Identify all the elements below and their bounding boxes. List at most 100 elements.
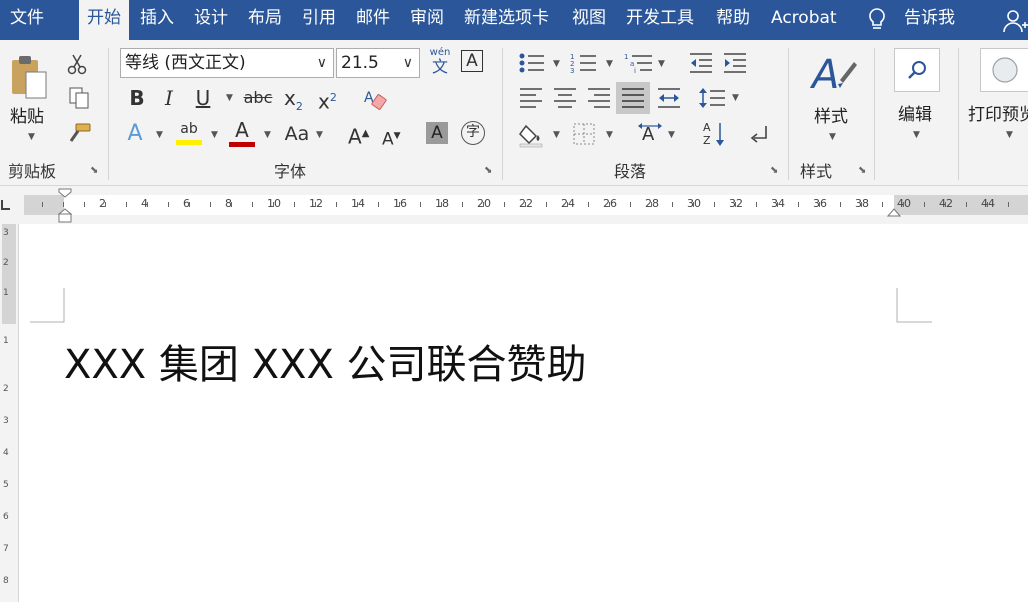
font-name-dropdown[interactable]: 等线 (西文正文) ∨ [120, 48, 334, 78]
show-paragraph-marks-icon[interactable] [748, 122, 772, 146]
numbering-icon[interactable]: 123 [570, 52, 598, 74]
lightbulb-icon[interactable] [866, 6, 888, 34]
font-size-dropdown[interactable]: 21.5 ∨ [336, 48, 420, 78]
align-center-icon[interactable] [552, 86, 578, 110]
tab-view[interactable]: 视图 [572, 0, 606, 40]
cut-scissors-icon[interactable] [66, 52, 90, 76]
horizontal-ruler[interactable]: 2 4 6 8 10 12 14 16 18 20 22 24 26 28 30 32 34 36 38 40 42 44 [0, 186, 1028, 224]
editing-icon-box[interactable] [894, 48, 940, 92]
share-person-icon[interactable] [1002, 8, 1028, 34]
indent-markers-icon[interactable] [58, 188, 72, 224]
align-left-icon[interactable] [518, 86, 544, 110]
chevron-down-icon[interactable]: ▼ [264, 130, 271, 140]
subscript-button[interactable]: x2 [284, 86, 303, 119]
tab-mailings[interactable]: 邮件 [356, 0, 390, 40]
font-color-button[interactable]: A [229, 120, 255, 147]
chevron-down-icon[interactable]: ▼ [668, 130, 675, 140]
chevron-down-icon[interactable]: ▼ [553, 59, 560, 69]
group-divider [788, 48, 789, 180]
tab-layout[interactable]: 布局 [248, 0, 282, 40]
vertical-ruler-number: 6 [3, 512, 9, 522]
chevron-down-icon[interactable]: ▼ [606, 130, 613, 140]
chevron-down-icon[interactable]: ▼ [658, 59, 665, 69]
strikethrough-button[interactable]: abc [242, 86, 274, 110]
shading-paint-bucket-icon[interactable] [518, 122, 546, 148]
clear-formatting-icon[interactable]: A [362, 86, 388, 112]
bullets-icon[interactable] [518, 52, 546, 74]
vertical-ruler-number: 5 [3, 480, 9, 490]
italic-button[interactable]: I [158, 86, 180, 110]
dialog-launcher-icon[interactable]: ⬊ [484, 166, 495, 177]
grow-font-button[interactable]: A▲ [348, 122, 369, 149]
document-page[interactable]: XXX 集团 XXX 公司联合赞助 [24, 224, 1028, 602]
chevron-down-icon[interactable]: ▼ [28, 132, 35, 142]
character-shading-button[interactable]: A [426, 122, 448, 144]
vertical-ruler-number: 2 [3, 384, 9, 394]
dialog-launcher-icon[interactable]: ⬊ [770, 166, 781, 177]
chevron-down-icon[interactable]: ▼ [732, 93, 739, 103]
editing-button[interactable]: 编辑 [898, 100, 932, 125]
ruler-tick [504, 202, 505, 207]
shrink-font-button[interactable]: A▼ [382, 124, 401, 152]
change-case-button[interactable]: Aa [282, 122, 312, 146]
ruler-number: 14 [351, 197, 365, 210]
align-right-icon[interactable] [586, 86, 612, 110]
chinese-layout-icon[interactable]: A [636, 122, 664, 146]
tab-new-tab[interactable]: 新建选项卡 [464, 0, 549, 40]
chevron-down-icon[interactable]: ▼ [156, 130, 163, 140]
print-preview-button[interactable]: 打印预览 [968, 100, 1028, 125]
highlight-color-button[interactable]: ab [176, 120, 202, 145]
text-effects-button[interactable]: A [124, 122, 146, 146]
multilevel-list-icon[interactable]: 1ai [624, 52, 654, 74]
tab-insert[interactable]: 插入 [140, 0, 174, 40]
tab-help[interactable]: 帮助 [716, 0, 750, 40]
chevron-down-icon[interactable]: ▼ [829, 132, 836, 142]
tab-acrobat[interactable]: Acrobat [771, 0, 837, 40]
right-indent-marker-icon[interactable] [887, 206, 901, 218]
paste-button[interactable]: 粘贴 [10, 102, 44, 127]
format-painter-icon[interactable] [66, 122, 92, 144]
tell-me-search[interactable]: 告诉我 [904, 0, 955, 40]
chevron-down-icon[interactable]: ▼ [211, 130, 218, 140]
dialog-launcher-icon[interactable]: ⬊ [858, 166, 869, 177]
tab-file[interactable]: 文件 [10, 0, 54, 40]
chevron-down-icon[interactable]: ▼ [553, 130, 560, 140]
chevron-down-icon[interactable]: ▼ [1006, 130, 1013, 140]
sort-az-icon[interactable]: AZ [702, 120, 726, 148]
dialog-launcher-icon[interactable]: ⬊ [90, 166, 101, 177]
chevron-down-icon[interactable]: ▼ [606, 59, 613, 69]
enclose-characters-button[interactable]: 字 [461, 121, 485, 145]
paste-clipboard-icon[interactable] [10, 54, 50, 100]
chevron-down-icon[interactable]: ▼ [226, 93, 233, 103]
phonetic-guide-button[interactable]: wén 文 [428, 48, 452, 76]
chevron-down-icon[interactable]: ▼ [316, 130, 323, 140]
chevron-down-icon[interactable]: ▼ [913, 130, 920, 140]
justify-button[interactable] [616, 82, 650, 114]
increase-indent-icon[interactable] [722, 52, 748, 74]
document-heading-text[interactable]: XXX 集团 XXX 公司联合赞助 [64, 332, 587, 390]
ruler-tick [588, 202, 589, 207]
decrease-indent-icon[interactable] [688, 52, 714, 74]
borders-icon[interactable] [572, 122, 596, 146]
tab-design[interactable]: 设计 [194, 0, 228, 40]
underline-button[interactable]: U [192, 86, 214, 110]
ruler-tick [672, 202, 673, 207]
tab-home[interactable]: 开始 [79, 0, 129, 40]
print-preview-icon-box[interactable] [980, 48, 1028, 92]
styles-gallery-icon[interactable]: A [810, 50, 858, 98]
superscript-button[interactable]: x2 [318, 86, 337, 114]
distributed-icon[interactable] [656, 86, 682, 110]
vertical-ruler-number: 8 [3, 576, 9, 586]
font-group-label: 字体 [274, 162, 307, 181]
copy-icon[interactable] [68, 86, 90, 110]
vertical-ruler[interactable]: 3 2 1 1 2 3 4 5 6 7 8 [0, 224, 19, 602]
bold-button[interactable]: B [126, 86, 148, 110]
tab-references[interactable]: 引用 [302, 0, 336, 40]
line-spacing-icon[interactable] [698, 86, 726, 110]
ruler-tick [483, 202, 484, 207]
tab-developer[interactable]: 开发工具 [626, 0, 694, 40]
tab-stop-selector-icon[interactable] [0, 198, 12, 212]
styles-button[interactable]: 样式 [814, 102, 848, 127]
character-border-button[interactable]: A [461, 50, 483, 72]
tab-review[interactable]: 审阅 [410, 0, 444, 40]
